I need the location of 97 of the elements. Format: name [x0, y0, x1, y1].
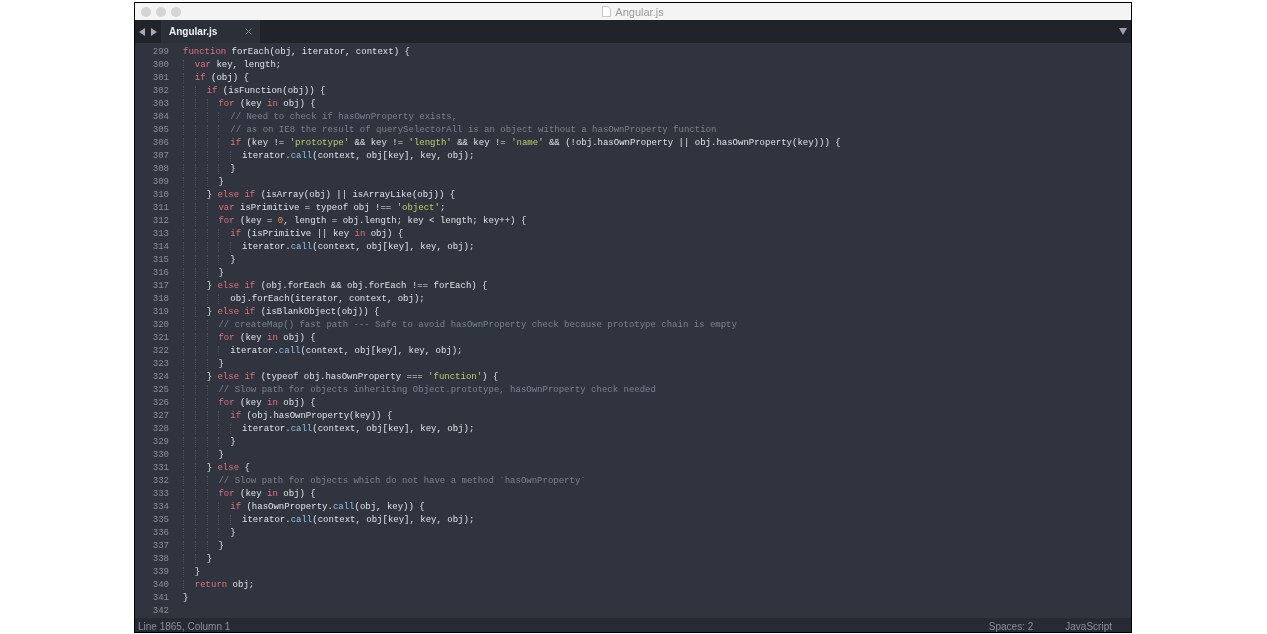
- line-number: 309: [151, 176, 169, 189]
- line-number: 306: [151, 137, 169, 150]
- line-number: 339: [151, 566, 169, 579]
- code-line: }: [183, 163, 236, 176]
- dropdown-caret-icon[interactable]: [1119, 28, 1127, 35]
- code-line: } else {: [183, 462, 250, 475]
- code-line: for (key in obj) {: [183, 332, 316, 345]
- code-line: }: [183, 553, 213, 566]
- indentation-setting[interactable]: Spaces: 2: [988, 621, 1034, 632]
- line-number: 332: [151, 475, 169, 488]
- code-line: // Slow path for objects which do not have a method `hasOwnProperty`: [183, 475, 586, 488]
- code-line: for (key = 0, length = obj.length; key < length; key++) {: [183, 215, 527, 228]
- line-number: 326: [151, 397, 169, 410]
- line-number: 303: [151, 98, 169, 111]
- line-number: 316: [151, 267, 169, 280]
- code-line: }: [183, 267, 224, 280]
- line-number: 335: [151, 514, 169, 527]
- code-line: iterator.call(context, obj[key], key, obj);: [183, 150, 475, 163]
- code-line: if (isFunction(obj)) {: [183, 85, 326, 98]
- line-number: 311: [151, 202, 169, 215]
- line-number: 331: [151, 462, 169, 475]
- line-number: 313: [151, 228, 169, 241]
- line-number: 317: [151, 280, 169, 293]
- code-line: for (key in obj) {: [183, 488, 316, 501]
- code-line: if (isPrimitive || key in obj) {: [183, 228, 404, 241]
- line-number: 334: [151, 501, 169, 514]
- code-line: function forEach(obj, iterator, context) {: [183, 46, 410, 59]
- code-line: iterator.call(context, obj[key], key, obj);: [183, 514, 475, 527]
- line-number: 299: [151, 46, 169, 59]
- code-line: } else if (obj.forEach && obj.forEach !== forEach) {: [183, 280, 488, 293]
- line-number: 342: [151, 605, 169, 618]
- code-line: for (key in obj) {: [183, 98, 316, 111]
- code-line: if (key != 'prototype' && key != 'length' && key != 'name' && (!obj.hasOwnProperty || obj.hasOwnProperty(key))) {: [183, 137, 841, 150]
- line-number: 312: [151, 215, 169, 228]
- code-line: obj.forEach(iterator, context, obj);: [183, 293, 425, 306]
- line-number: 301: [151, 72, 169, 85]
- line-number: 322: [151, 345, 169, 358]
- line-number: 330: [151, 449, 169, 462]
- line-number: 307: [151, 150, 169, 163]
- cursor-position: Line 1865, Column 1: [138, 621, 231, 632]
- code-line: if (hasOwnProperty.call(obj, key)) {: [183, 501, 425, 514]
- syntax-setting[interactable]: JavaScript: [1065, 621, 1112, 632]
- line-number: 338: [151, 553, 169, 566]
- code-line: } else if (typeof obj.hasOwnProperty === 'function') {: [183, 371, 499, 384]
- line-number: 318: [151, 293, 169, 306]
- line-number: 304: [151, 111, 169, 124]
- code-line: if (obj) {: [183, 72, 249, 85]
- code-line: iterator.call(context, obj[key], key, obj);: [183, 423, 475, 436]
- line-number: 341: [151, 592, 169, 605]
- line-number: 310: [151, 189, 169, 202]
- code-line: // Need to check if hasOwnProperty exists,: [183, 111, 458, 124]
- code-line: return obj;: [183, 579, 255, 592]
- line-number: 329: [151, 436, 169, 449]
- line-number: 314: [151, 241, 169, 254]
- line-number: 333: [151, 488, 169, 501]
- file-tab[interactable]: Angular.js: [161, 20, 260, 43]
- code-line: // Slow path for objects inheriting Object.prototype, hasOwnProperty check needed: [183, 384, 656, 397]
- code-line: }: [183, 566, 201, 579]
- code-line: } else if (isBlankObject(obj)) {: [183, 306, 380, 319]
- line-number: 308: [151, 163, 169, 176]
- line-number: 337: [151, 540, 169, 553]
- document-icon: [602, 6, 612, 17]
- back-arrow-icon[interactable]: [139, 27, 146, 36]
- code-line: var key, length;: [183, 59, 282, 72]
- line-number: 305: [151, 124, 169, 137]
- line-number: 320: [151, 319, 169, 332]
- window-title: Angular.js: [615, 5, 664, 18]
- line-number: 300: [151, 59, 169, 72]
- code-line: }: [183, 592, 189, 605]
- code-line: for (key in obj) {: [183, 397, 316, 410]
- code-line: }: [183, 254, 236, 267]
- line-number: 336: [151, 527, 169, 540]
- line-number: 315: [151, 254, 169, 267]
- line-number: 321: [151, 332, 169, 345]
- code-line: }: [183, 358, 224, 371]
- line-number: 327: [151, 410, 169, 423]
- code-line: // createMap() fast path --- Safe to avoid hasOwnProperty check because prototype chain is empty: [183, 319, 737, 332]
- code-line: iterator.call(context, obj[key], key, obj);: [183, 241, 475, 254]
- code-line: // as on IE8 the result of querySelectorAll is an object without a hasOwnProperty function: [183, 124, 717, 137]
- code-line: }: [183, 540, 224, 553]
- line-number: 328: [151, 423, 169, 436]
- code-line: }: [183, 527, 236, 540]
- code-line: if (obj.hasOwnProperty(key)) {: [183, 410, 393, 423]
- line-number: 324: [151, 371, 169, 384]
- code-line: iterator.call(context, obj[key], key, obj);: [183, 345, 463, 358]
- code-line: }: [183, 436, 236, 449]
- line-number: 325: [151, 384, 169, 397]
- code-line: } else if (isArray(obj) || isArrayLike(obj)) {: [183, 189, 456, 202]
- code-line: var isPrimitive = typeof obj !== 'object';: [183, 202, 446, 215]
- line-number: 323: [151, 358, 169, 371]
- close-icon[interactable]: [245, 28, 252, 35]
- line-number: 302: [151, 85, 169, 98]
- line-number: 319: [151, 306, 169, 319]
- code-line: }: [183, 176, 224, 189]
- forward-arrow-icon[interactable]: [150, 27, 157, 36]
- code-line: }: [183, 449, 224, 462]
- line-number: 340: [151, 579, 169, 592]
